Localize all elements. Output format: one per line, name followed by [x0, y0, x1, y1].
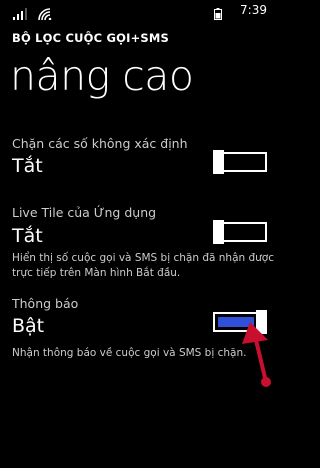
setting-value: Bật: [12, 315, 45, 337]
setting-description: Hiển thị số cuộc gọi và SMS bị chặn đã n…: [12, 252, 275, 279]
status-bar: 7:39: [0, 0, 281, 22]
setting-label: Live Tile của Ứng dụng: [12, 205, 157, 220]
setting-label: Chặn các số không xác định: [12, 136, 188, 151]
toggle-thumb[interactable]: [213, 220, 224, 244]
page-title: nâng cao: [10, 52, 194, 100]
battery-icon: [214, 5, 222, 24]
setting-description: Nhận thông báo về cuộc gọi và SMS bị chặ…: [12, 347, 247, 359]
app-title: BỘ LỌC CUỘC GỌI+SMS: [12, 31, 170, 45]
setting-label: Thông báo: [12, 296, 79, 311]
toggle-switch[interactable]: [213, 150, 267, 174]
toggle-thumb[interactable]: [213, 150, 224, 174]
setting-value: Tắt: [12, 225, 43, 247]
clock: 7:39: [240, 3, 267, 17]
toggle-switch[interactable]: [213, 220, 267, 244]
setting-value: Tắt: [12, 155, 43, 177]
signal-icon: [13, 5, 27, 24]
annotation-arrow-icon: [238, 318, 278, 392]
wifi-icon: [38, 5, 52, 24]
